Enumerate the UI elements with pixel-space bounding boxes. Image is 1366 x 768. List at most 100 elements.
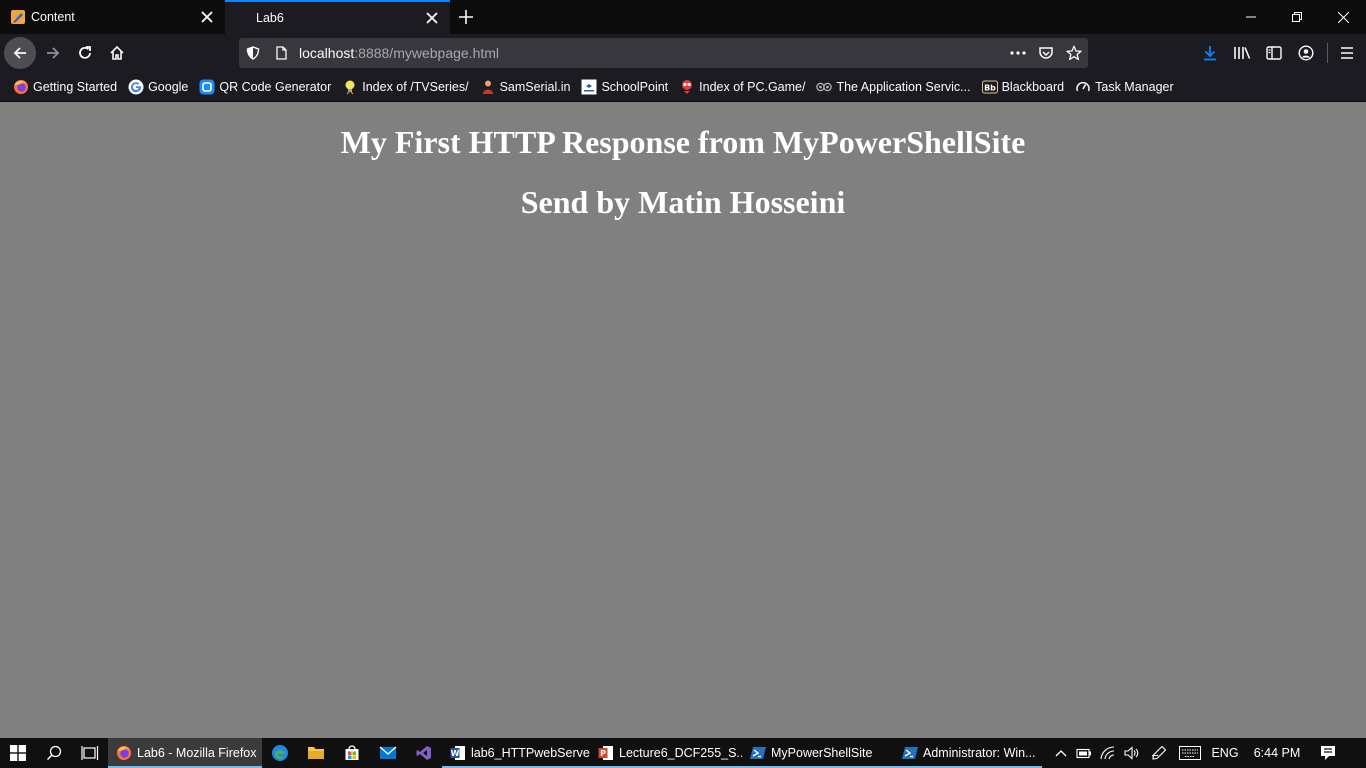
tab-strip: Content Lab6: [0, 0, 1366, 34]
back-button[interactable]: [4, 37, 36, 69]
language-indicator[interactable]: ENG: [1206, 738, 1244, 768]
taskbar-app-label: Lecture6_DCF255_S...: [619, 746, 742, 760]
tab-content[interactable]: Content: [0, 0, 225, 34]
bookmark-label: SchoolPoint: [601, 79, 669, 94]
page-actions-button[interactable]: [1004, 38, 1032, 68]
bookmark-blackboard[interactable]: Bb Blackboard: [980, 75, 1067, 99]
restore-button[interactable]: [1274, 0, 1320, 34]
bookmark-task-manager[interactable]: Task Manager: [1073, 75, 1176, 99]
window-controls: [1228, 0, 1366, 34]
new-tab-button[interactable]: [450, 0, 482, 34]
taskbar-file-explorer[interactable]: [298, 738, 334, 768]
touch-keyboard-button[interactable]: [1174, 738, 1206, 768]
gauge-icon: [1075, 79, 1091, 95]
folder-icon: [308, 747, 324, 759]
bookmark-index-of-tvseries[interactable]: Index of /TVSeries/: [340, 75, 470, 99]
sidebar-button[interactable]: [1260, 39, 1288, 67]
library-button[interactable]: [1228, 39, 1256, 67]
word-icon: W: [450, 745, 466, 761]
close-tab-icon[interactable]: [195, 5, 219, 29]
taskbar-mail[interactable]: [370, 738, 406, 768]
plus-icon: [459, 10, 473, 24]
task-view-icon: [81, 746, 99, 760]
taskbar-app-firefox[interactable]: Lab6 - Mozilla Firefox: [108, 738, 262, 768]
content-favicon-icon: [10, 9, 26, 25]
bookmark-application-service[interactable]: The Application Servic...: [814, 75, 972, 99]
bookmark-label: Index of PC.Game/: [699, 79, 806, 94]
bookmark-label: SamSerial.in: [499, 79, 571, 94]
taskbar-app-label: Administrator: Win...: [923, 746, 1036, 760]
bookmark-star-button[interactable]: [1060, 38, 1088, 68]
back-arrow-icon: [13, 47, 26, 59]
hamburger-menu-icon: [1341, 47, 1353, 59]
bookmark-schoolpoint[interactable]: SchoolPoint: [579, 75, 670, 99]
speaker-icon: [1124, 746, 1139, 760]
windows-taskbar: Lab6 - Mozilla Firefox W lab6_HTTPwebSer…: [0, 738, 1366, 768]
close-tab-icon[interactable]: [420, 6, 444, 30]
tab-title: Content: [31, 10, 75, 24]
search-button[interactable]: [36, 738, 72, 768]
taskbar-visual-studio[interactable]: [406, 738, 442, 768]
app-menu-button[interactable]: [1333, 39, 1361, 67]
taskbar-app-admin-powershell[interactable]: Administrator: Win...: [894, 738, 1042, 768]
bookmark-samserial[interactable]: SamSerial.in: [478, 75, 573, 99]
bookmark-qr-code-generator[interactable]: QR Code Generator: [197, 75, 333, 99]
clock[interactable]: 6:44 PM: [1244, 738, 1310, 768]
home-button[interactable]: [101, 37, 133, 69]
bookmark-index-of-pc-game[interactable]: Index of PC.Game/: [677, 75, 807, 99]
show-hidden-icons-button[interactable]: [1050, 738, 1072, 768]
tracking-protection-icon[interactable]: [239, 38, 267, 68]
navigation-toolbar: localhost:8888/mywebpage.html: [0, 34, 1366, 72]
bookmark-label: Google: [148, 79, 189, 94]
taskbar-edge[interactable]: [262, 738, 298, 768]
start-button[interactable]: [0, 738, 36, 768]
bookmark-label: The Application Servic...: [836, 79, 971, 94]
taskbar-app-powerpoint[interactable]: P Lecture6_DCF255_S...: [590, 738, 742, 768]
taskbar-app-word[interactable]: W lab6_HTTPwebServe...: [442, 738, 590, 768]
network-button[interactable]: [1096, 738, 1120, 768]
close-window-button[interactable]: [1320, 0, 1366, 34]
tab-title: Lab6: [256, 11, 284, 25]
mascot-icon: [679, 79, 695, 95]
svg-text:Bb: Bb: [984, 83, 996, 92]
sidebar-icon: [1266, 46, 1282, 60]
bookmark-label: Task Manager: [1095, 79, 1174, 94]
firefox-icon: [116, 745, 132, 761]
downloads-button[interactable]: [1196, 39, 1224, 67]
restore-icon: [1292, 12, 1302, 22]
url-text[interactable]: localhost:8888/mywebpage.html: [299, 45, 499, 61]
address-bar[interactable]: localhost:8888/mywebpage.html: [239, 38, 1088, 68]
pocket-button[interactable]: [1032, 38, 1060, 68]
taskbar-app-mypowershellsite[interactable]: MyPowerShellSite: [742, 738, 894, 768]
person-icon: [480, 79, 496, 95]
pen-workspace-button[interactable]: [1144, 738, 1174, 768]
tab-lab6[interactable]: Lab6: [225, 0, 450, 34]
taskbar-app-label: MyPowerShellSite: [771, 746, 873, 760]
account-button[interactable]: [1292, 39, 1320, 67]
battery-button[interactable]: [1072, 738, 1096, 768]
action-center-button[interactable]: [1310, 738, 1346, 768]
bulb-icon: [342, 79, 358, 95]
volume-button[interactable]: [1120, 738, 1144, 768]
bookmark-getting-started[interactable]: Getting Started: [11, 75, 119, 99]
reload-button[interactable]: [69, 37, 101, 69]
bookmarks-toolbar: Getting Started Google QR Code Generator…: [0, 72, 1366, 102]
web-page-content: My First HTTP Response from MyPowerShell…: [0, 102, 1366, 738]
bookmark-label: Getting Started: [33, 79, 118, 94]
windows-logo-icon: [10, 745, 26, 761]
minimize-button[interactable]: [1228, 0, 1274, 34]
url-path: :8888/mywebpage.html: [354, 45, 500, 61]
visual-studio-icon: [416, 746, 431, 760]
blackboard-icon: Bb: [981, 79, 998, 95]
account-icon: [1298, 45, 1314, 61]
powerpoint-icon: P: [598, 745, 614, 761]
svg-text:P: P: [600, 749, 606, 758]
taskbar-store[interactable]: [334, 738, 370, 768]
home-icon: [110, 45, 124, 60]
task-view-button[interactable]: [72, 738, 108, 768]
bookmark-google[interactable]: Google: [126, 75, 190, 99]
mail-icon: [379, 746, 397, 759]
page-info-icon[interactable]: [267, 38, 295, 68]
forward-button[interactable]: [37, 37, 69, 69]
pocket-icon: [1039, 47, 1053, 59]
